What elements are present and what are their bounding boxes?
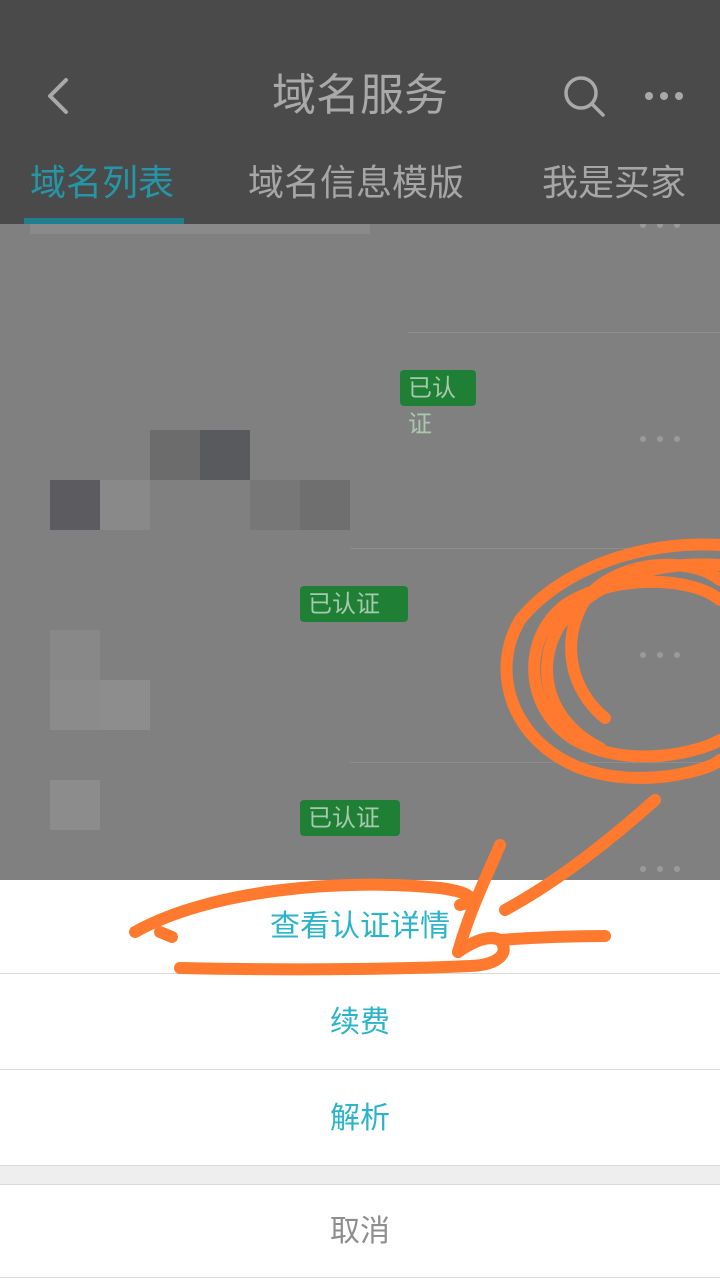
more-horizontal-icon[interactable] bbox=[644, 84, 684, 108]
pixel-block bbox=[250, 480, 300, 530]
pixel-block bbox=[50, 680, 100, 730]
tab-bar: 域名列表 域名信息模版 我是买家 bbox=[0, 150, 720, 224]
pixel-block bbox=[100, 680, 150, 730]
list-item[interactable]: 已认证 bbox=[0, 548, 720, 762]
tab-domain-list[interactable]: 域名列表 bbox=[30, 160, 174, 208]
view-certification-button[interactable]: 查看认证详情 bbox=[0, 880, 720, 974]
tab-buyer[interactable]: 我是买家 bbox=[542, 160, 686, 208]
status-badge: 已认证 bbox=[300, 800, 400, 836]
dns-resolve-button[interactable]: 解析 bbox=[0, 1072, 720, 1166]
domain-list: 已认证 已认证 已认证 bbox=[0, 224, 720, 880]
pixel-block bbox=[50, 780, 100, 830]
pixel-block bbox=[50, 480, 100, 530]
list-item[interactable]: 已认证 bbox=[0, 332, 720, 548]
app-header: 域名服务 域名列表 域名信息模版 我是买家 bbox=[0, 0, 720, 224]
more-horizontal-icon[interactable] bbox=[638, 650, 682, 660]
redacted-text bbox=[30, 224, 370, 234]
renew-button[interactable]: 续费 bbox=[0, 976, 720, 1070]
pixel-block bbox=[100, 480, 150, 530]
action-sheet: 查看认证详情 续费 解析 取消 bbox=[0, 880, 720, 1280]
more-horizontal-icon[interactable] bbox=[638, 224, 682, 230]
tab-domain-info-template[interactable]: 域名信息模版 bbox=[248, 160, 464, 208]
more-horizontal-icon[interactable] bbox=[638, 434, 682, 444]
list-item[interactable]: 已认证 bbox=[0, 762, 720, 880]
pixel-block bbox=[150, 430, 200, 480]
status-badge: 已认证 bbox=[400, 370, 476, 438]
pixel-block bbox=[200, 430, 250, 480]
list-item[interactable] bbox=[0, 224, 720, 332]
cancel-button[interactable]: 取消 bbox=[0, 1184, 720, 1278]
more-horizontal-icon[interactable] bbox=[638, 864, 682, 874]
pixel-block bbox=[300, 480, 350, 530]
pixel-block bbox=[50, 630, 100, 680]
search-icon[interactable] bbox=[562, 74, 606, 118]
sheet-separator bbox=[0, 1166, 720, 1184]
status-badge: 已认证 bbox=[300, 586, 408, 622]
page-title: 域名服务 bbox=[272, 70, 448, 121]
